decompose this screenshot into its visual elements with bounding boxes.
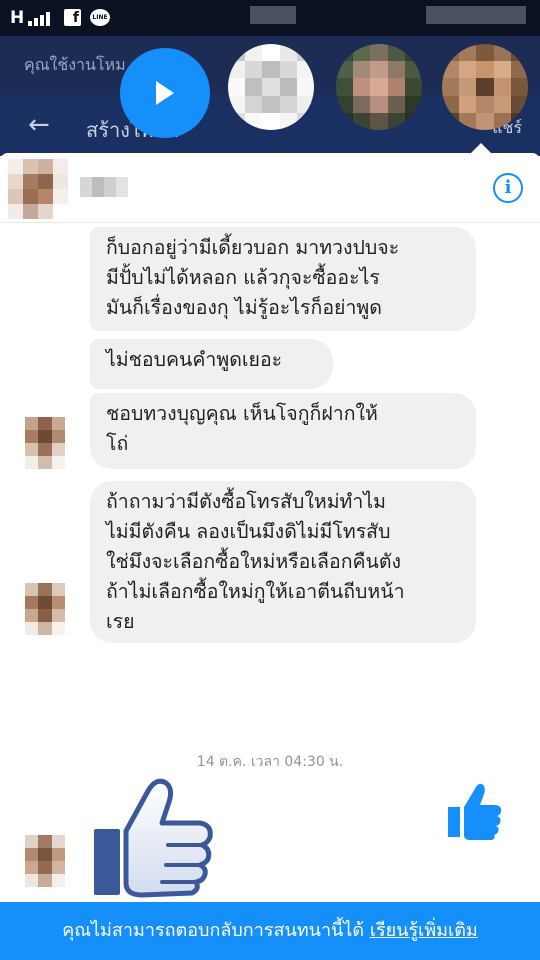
- pixelated-avatar: [442, 44, 528, 130]
- redacted-clock: [426, 6, 526, 24]
- chat-head-contact-2[interactable]: [336, 44, 422, 130]
- messenger-chat-head[interactable]: [120, 48, 210, 138]
- pixelated-avatar: [228, 44, 314, 130]
- message-bubble-2[interactable]: ไม่ชอบคนคำพูดเยอะ: [90, 339, 333, 389]
- pixelated-avatar: [25, 417, 65, 469]
- message-bubble-1[interactable]: ก็บอกอยู่ว่ามีเดี้ยวบอก มาทวงปบจะ มีปั้บ…: [90, 227, 476, 331]
- messenger-icon: [156, 81, 174, 105]
- cannot-reply-bar: คุณไม่สามารถตอบกลับการสนทนานี้ได้ เรียนร…: [0, 902, 540, 960]
- pixelated-avatar: [336, 44, 422, 130]
- contact-avatar[interactable]: [8, 159, 68, 219]
- network-type: H: [10, 8, 25, 28]
- signal-strength-icon: [28, 12, 54, 26]
- learn-more-link[interactable]: เรียนรู้เพิ่มเติม: [370, 920, 478, 941]
- thumbs-up-icon[interactable]: [90, 777, 214, 901]
- sender-avatar[interactable]: [25, 583, 65, 635]
- message-bubble-4[interactable]: ถ้าถามว่ามีตังซื้อโทรสับใหม่ทำไม ไม่มีตั…: [90, 481, 476, 643]
- redacted-contact-name: [80, 177, 128, 197]
- chat-head-contact-3[interactable]: [442, 44, 528, 130]
- facebook-notification-icon: f: [64, 9, 81, 26]
- status-bar: H f LINE: [0, 0, 540, 36]
- message-bubble-3[interactable]: ชอบทวงบุญคุณ เห็นโจกูก็ฝากให้ โถ่: [90, 393, 476, 469]
- thumbs-up-icon[interactable]: [446, 781, 504, 841]
- info-icon[interactable]: i: [493, 173, 523, 203]
- pixelated-avatar: [8, 159, 68, 219]
- pixelated-avatar: [25, 583, 65, 635]
- chat-head-selector-caret: [470, 143, 492, 154]
- pixelated-avatar: [25, 835, 65, 887]
- sender-avatar[interactable]: [25, 417, 65, 469]
- redacted-status-icons: [250, 6, 296, 24]
- back-arrow-icon[interactable]: ←: [28, 112, 50, 138]
- cannot-reply-text: คุณไม่สามารถตอบกลับการสนทนานี้ได้: [62, 920, 370, 941]
- sender-avatar[interactable]: [25, 835, 65, 887]
- chat-header: i: [0, 153, 540, 223]
- chat-head-contact-1[interactable]: [228, 44, 314, 130]
- message-timestamp: 14 ต.ค. เวลา 04:30 น.: [196, 754, 344, 770]
- line-notification-icon: LINE: [90, 9, 110, 26]
- message-list: ก็บอกอยู่ว่ามีเดี้ยวบอก มาทวงปบจะ มีปั้บ…: [0, 223, 540, 900]
- chat-panel: i ก็บอกอยู่ว่ามีเดี้ยวบอก มาทวงปบจะ มีปั…: [0, 153, 540, 960]
